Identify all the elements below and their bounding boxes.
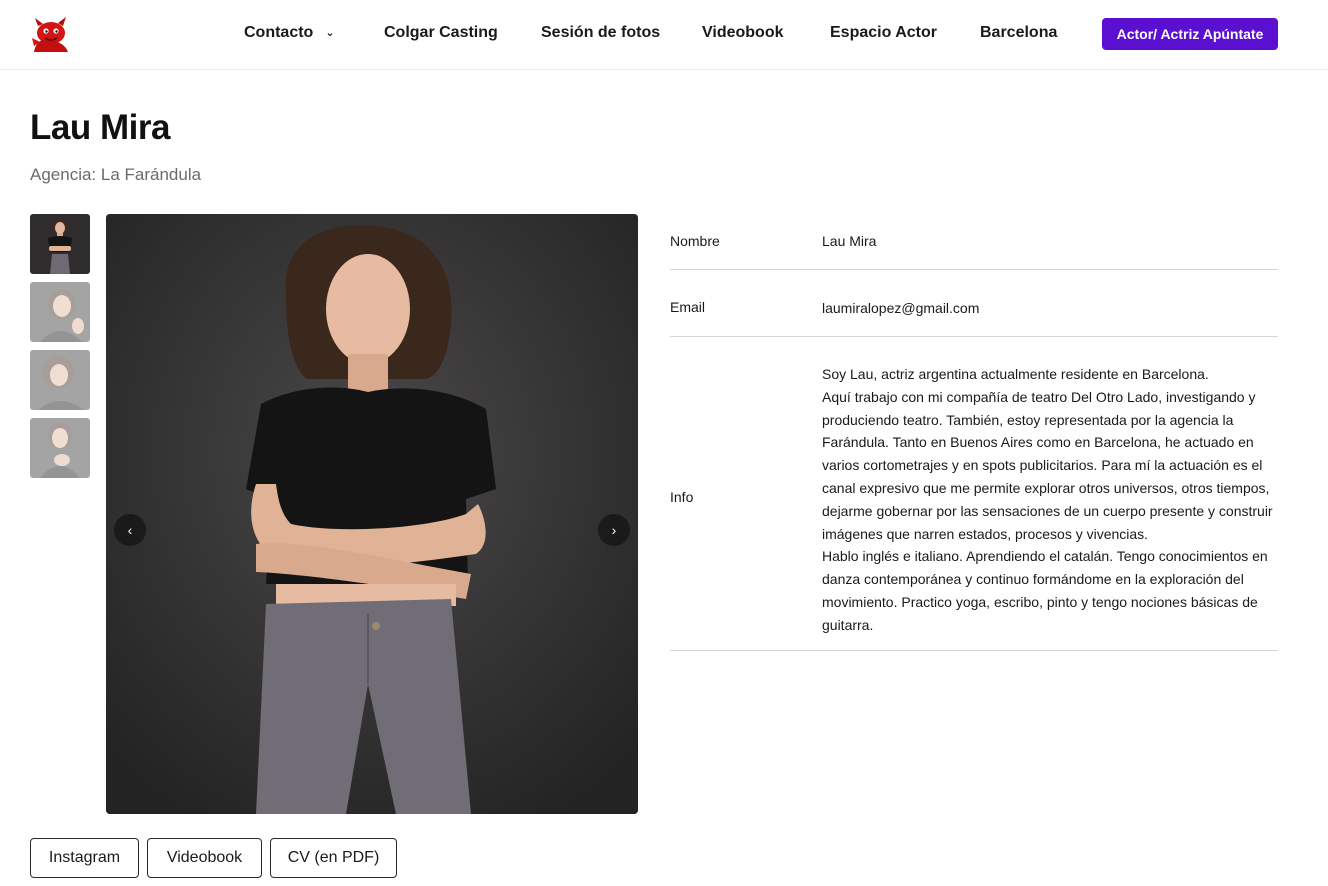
detail-row-email: Email laumiralopez@gmail.com [670,270,1278,337]
main-gallery-photo: ‹ › [106,214,638,814]
detail-value-info: Soy Lau, actriz argentina actualmente re… [822,363,1274,637]
info-paragraph: Aquí trabajo con mi compañía de teatro D… [822,388,1273,542]
gallery-thumbnail-3[interactable] [30,350,90,410]
detail-row-name: Nombre Lau Mira [670,214,1278,270]
detail-value-email: laumiralopez@gmail.com [822,300,980,316]
nav-videobook[interactable]: Videobook [702,24,784,42]
gallery-next-button[interactable]: › [598,514,630,546]
devil-mascot-logo[interactable] [30,16,70,54]
nav-colgar-casting[interactable]: Colgar Casting [384,24,498,42]
nav-espacio-actor[interactable]: Espacio Actor [830,24,937,42]
cv-pdf-button[interactable]: CV (en PDF) [270,838,397,878]
detail-value-name: Lau Mira [822,233,877,249]
gallery-prev-button[interactable]: ‹ [114,514,146,546]
nav-contacto[interactable]: Contacto ⌄ [244,24,335,42]
nav-sesion-de-fotos[interactable]: Sesión de fotos [541,24,660,42]
detail-label-info: Info [670,489,694,505]
page-title: Lau Mira [30,108,170,147]
agency-subtitle: Agencia: La Farándula [30,165,202,184]
site-header: Contacto ⌄ Colgar Casting Sesión de fotos… [0,0,1328,70]
chevron-down-icon: ⌄ [325,27,335,39]
gallery-thumbnail-4[interactable] [30,418,90,478]
info-paragraph: Hablo inglés e italiano. Aprendiendo el … [822,548,1268,633]
nav-barcelona[interactable]: Barcelona [980,24,1057,42]
signup-actor-button[interactable]: Actor/ Actriz Apúntate [1102,18,1278,50]
gallery-thumbnail-1[interactable] [30,214,90,274]
videobook-button[interactable]: Videobook [147,838,262,878]
info-paragraph: Soy Lau, actriz argentina actualmente re… [822,366,1209,382]
nav-contacto-label: Contacto [244,24,314,41]
instagram-button[interactable]: Instagram [30,838,139,878]
detail-label-email: Email [670,299,706,315]
gallery-thumbnail-2[interactable] [30,282,90,342]
detail-label-name: Nombre [670,233,720,249]
detail-row-info: Info Soy Lau, actriz argentina actualmen… [670,337,1278,651]
